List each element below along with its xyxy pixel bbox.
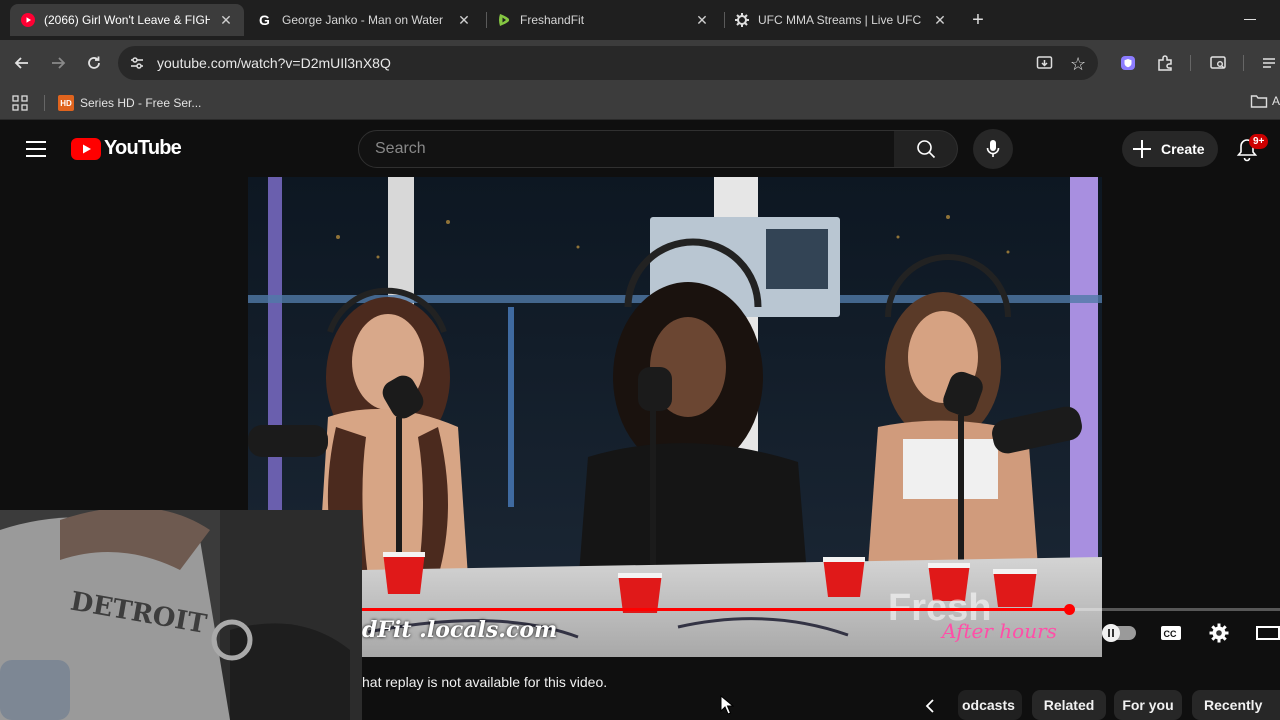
search-input[interactable]: Search: [358, 130, 895, 168]
forward-button[interactable]: [43, 48, 73, 78]
webcam-frame: DETROIT: [0, 510, 362, 720]
svg-text:G: G: [259, 12, 270, 28]
captions-button[interactable]: CC: [1160, 625, 1182, 646]
bookmark-folder[interactable]: A: [1250, 93, 1280, 109]
tab-title: George Janko - Man on Water: [282, 13, 443, 27]
tab-ufc-streams[interactable]: UFC MMA Streams | Live UFC O ✕: [724, 4, 958, 36]
bookmark-label: Series HD - Free Ser...: [80, 96, 202, 110]
settings-gear-icon: [1209, 623, 1229, 643]
progress-scrubber[interactable]: [1063, 604, 1075, 615]
webcam-overlay: DETROIT: [0, 510, 362, 720]
toolbar-separator: [1190, 55, 1191, 71]
autoplay-toggle[interactable]: [1102, 624, 1136, 642]
tab-george-janko[interactable]: G George Janko - Man on Water ✕: [248, 4, 482, 36]
tab-freshandfit[interactable]: FreshandFit ✕: [486, 4, 720, 36]
chat-replay-notice: hat replay is not available for this vid…: [362, 674, 608, 690]
youtube-play-icon: [71, 137, 101, 160]
theater-mode-button[interactable]: [1256, 626, 1280, 645]
mouse-cursor: [720, 694, 735, 720]
search-placeholder: Search: [375, 140, 426, 157]
tab-title: UFC MMA Streams | Live UFC O: [758, 13, 924, 27]
extensions-puzzle-icon[interactable]: [1150, 48, 1180, 78]
chevron-left-icon: [925, 699, 934, 713]
plus-icon: [1133, 139, 1155, 159]
notifications-button[interactable]: 9+: [1232, 134, 1272, 166]
youtube-header: YouTube Search Create 9+: [0, 120, 1280, 177]
arrow-left-icon: [14, 57, 28, 69]
captions-icon: CC: [1161, 626, 1181, 640]
tab-search-icon[interactable]: [1203, 48, 1233, 78]
rumble-icon: [496, 12, 512, 28]
chips-scroll-left-button[interactable]: [924, 698, 936, 719]
settings-button[interactable]: [1208, 622, 1230, 649]
install-app-icon[interactable]: [1036, 55, 1053, 76]
chip-for-you[interactable]: For you: [1114, 690, 1182, 720]
series-hd-icon: HD: [58, 95, 74, 111]
arrow-right-icon: [52, 57, 66, 69]
chip-recently[interactable]: Recently: [1192, 690, 1280, 720]
player-controls: CC: [362, 598, 1280, 658]
progress-track[interactable]: [362, 604, 1280, 615]
video-player[interactable]: dFit .locals.com Fresh After hours: [248, 177, 1102, 657]
site-info-icon[interactable]: [129, 55, 145, 76]
create-button[interactable]: Create: [1122, 131, 1218, 167]
minimize-icon[interactable]: [1244, 19, 1256, 20]
youtube-logo-text: YouTube: [104, 137, 182, 159]
search-icon: [916, 140, 935, 159]
video-frame: [248, 177, 1102, 657]
apps-grid-icon[interactable]: [12, 95, 28, 116]
create-label: Create: [1161, 141, 1205, 157]
back-button[interactable]: [7, 48, 37, 78]
microphone-icon: [986, 140, 1000, 157]
reload-button[interactable]: [79, 48, 109, 78]
below-player-area: hat replay is not available for this vid…: [362, 658, 1280, 720]
youtube-icon: [20, 12, 36, 28]
address-bar[interactable]: youtube.com/watch?v=D2mUIl3nX8Q ☆: [118, 46, 1098, 80]
url-text: youtube.com/watch?v=D2mUIl3nX8Q: [157, 55, 391, 71]
notification-badge: 9+: [1249, 134, 1269, 149]
close-icon[interactable]: ✕: [218, 12, 234, 29]
tab-title: (2066) Girl Won't Leave & FIGH: [44, 13, 210, 27]
pause-icon: [1108, 629, 1114, 637]
progress-fill: [362, 608, 1069, 611]
new-tab-button[interactable]: +: [966, 8, 990, 32]
svg-text:CC: CC: [1164, 629, 1177, 639]
youtube-logo[interactable]: YouTube: [71, 137, 182, 160]
search-button[interactable]: [894, 130, 958, 168]
bookmarks-bar: HD Series HD - Free Ser... A: [0, 86, 1280, 120]
reload-icon: [88, 56, 100, 69]
browser-toolbar: youtube.com/watch?v=D2mUIl3nX8Q ☆: [0, 40, 1280, 86]
menu-icon[interactable]: [26, 141, 46, 157]
close-icon[interactable]: ✕: [932, 12, 948, 29]
bookmarks-separator: [44, 95, 45, 111]
theater-icon: [1256, 626, 1280, 640]
close-icon[interactable]: ✕: [694, 12, 710, 29]
bookmark-series-hd[interactable]: HD Series HD - Free Ser...: [58, 92, 201, 114]
chip-podcasts[interactable]: odcasts: [958, 690, 1022, 720]
tab-strip: (2066) Girl Won't Leave & FIGH ✕ G Georg…: [0, 0, 1280, 40]
autoplay-knob: [1102, 624, 1120, 642]
reading-list-icon[interactable]: [1254, 48, 1280, 78]
close-icon[interactable]: ✕: [456, 12, 472, 29]
gear-icon: [734, 12, 750, 28]
chip-related[interactable]: Related: [1032, 690, 1106, 720]
voice-search-button[interactable]: [973, 129, 1013, 169]
tab-youtube[interactable]: (2066) Girl Won't Leave & FIGH ✕: [10, 4, 244, 36]
g-icon: G: [258, 12, 274, 28]
bookmark-folder-label: A: [1272, 94, 1280, 108]
folder-icon: [1250, 95, 1268, 108]
toolbar-separator: [1243, 55, 1244, 71]
bookmark-star-icon[interactable]: ☆: [1070, 54, 1086, 75]
tab-title: FreshandFit: [520, 13, 585, 27]
extension-shield-icon[interactable]: [1113, 48, 1143, 78]
